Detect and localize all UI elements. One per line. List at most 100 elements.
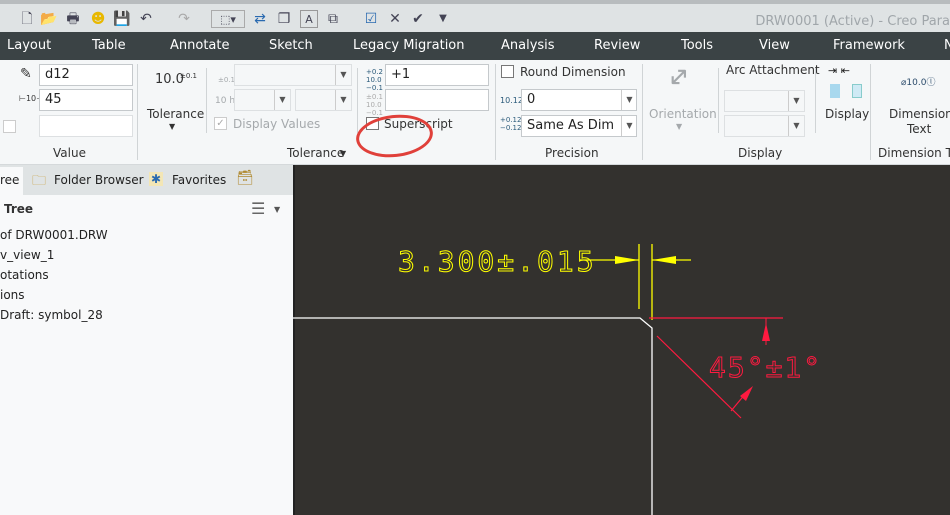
model-tree-panel: Tree ☰ ▼ of DRW0001.DRW v_view_1 otation… [0, 165, 293, 515]
undo-icon[interactable]: ↶ [137, 10, 155, 28]
dimension-text-button[interactable]: Dimension [889, 107, 950, 121]
chevron-down-icon: ▼ [788, 91, 804, 111]
dimension-text-button-line2[interactable]: Text [907, 122, 931, 136]
tree-settings-icon[interactable]: ☰ [251, 199, 265, 218]
menu-bar: Layout Table Annotate Sketch Legacy Migr… [0, 32, 950, 60]
arc-attachment-select-2[interactable]: ▼ [724, 115, 805, 137]
chevron-down-icon[interactable]: ▼ [621, 116, 637, 136]
tolerance-table-select[interactable]: ▼ [234, 64, 352, 86]
smiley-icon[interactable]: ☻ [89, 10, 107, 28]
arc-attachment-select-1[interactable]: ▼ [724, 90, 805, 112]
arrowhead-left [652, 256, 676, 264]
display-icon: ⇥ ⇤ [828, 64, 864, 98]
orientation-button[interactable]: Orientation [649, 107, 717, 121]
tab-annotate[interactable]: Annotate [170, 38, 229, 53]
hole-fit-select[interactable]: ▼ [234, 89, 291, 111]
ribbon: ✎ d12 ⊢10⊣ 45 Value 10.0 ±0.1 Tolerance … [0, 59, 950, 165]
navigator-tabs: ree 🗀 Folder Browser ✱ Favorites 🗃 [0, 165, 293, 195]
tree-item[interactable]: v_view_1 [0, 248, 54, 262]
tab-label: ree [0, 173, 20, 187]
lower-tolerance-icon: ±0.1 10.0 −0.1 [366, 93, 383, 117]
redo-icon[interactable]: ↷ [175, 10, 193, 28]
decimal-places-select[interactable]: 0 [521, 89, 637, 111]
tolerance-sample-tol: ±0.1 [180, 72, 197, 80]
search-binoculars-icon[interactable]: 🗃 [236, 170, 254, 186]
divider [870, 64, 871, 160]
chevron-down-icon: ▼ [676, 122, 683, 131]
open-icon[interactable]: 📂 [40, 10, 58, 28]
tab-view[interactable]: View [759, 38, 790, 53]
tab-analysis[interactable]: Analysis [501, 38, 555, 53]
dimension-text-sample: ⌀10.0ⓛ [901, 78, 936, 88]
tree-item[interactable]: otations [0, 268, 49, 282]
tab-sketch[interactable]: Sketch [269, 38, 313, 53]
linear-dimension-text: 3.300±.015 [398, 245, 597, 278]
tab-review[interactable]: Review [594, 38, 640, 53]
tolerance-decimal-icon: +0.123 −0.123 [500, 116, 526, 132]
regenerate-icon[interactable]: ⇄ [251, 10, 269, 28]
display-values-checkbox[interactable]: ✓ [214, 117, 227, 130]
upper-tolerance-icon: +0.2 10.0 −0.1 [366, 68, 383, 92]
divider [495, 64, 496, 160]
tolerance-group-label[interactable]: Tolerance [287, 146, 344, 160]
chevron-down-icon: ▼ [274, 90, 290, 110]
part-edge [293, 317, 653, 515]
windows-icon[interactable]: ⧉ [324, 10, 342, 28]
new-icon[interactable]: 🗋 [18, 10, 36, 28]
chevron-down-icon: ▼ [335, 65, 351, 85]
tab-folder-browser[interactable]: Folder Browser [54, 173, 144, 187]
tree-item[interactable]: of DRW0001.DRW [0, 228, 108, 242]
tab-layout[interactable]: Layout [7, 38, 51, 53]
print-icon[interactable]: 🖶 [64, 10, 82, 28]
dimension-name-input[interactable]: d12 [39, 64, 133, 86]
chevron-down-icon[interactable]: ▼ [621, 90, 637, 110]
text-icon[interactable]: A [300, 10, 318, 28]
customize-icon[interactable]: ▼ [434, 10, 452, 28]
confirm-icon[interactable]: ✔ [409, 10, 427, 28]
tolerance-table-icon: ±0.1 [218, 76, 235, 84]
check-icon[interactable]: ☑ [362, 10, 380, 28]
window-icon[interactable]: ❐ [275, 10, 293, 28]
tab-model-tree[interactable]: ree [0, 167, 23, 195]
upper-tolerance-input[interactable]: +1 [385, 64, 489, 86]
display-button[interactable]: Display [825, 107, 869, 121]
chevron-down-icon: ▼ [169, 122, 176, 131]
angular-dimension-text: 45°±1° [709, 351, 822, 384]
divider [137, 64, 138, 160]
shaft-fit-select[interactable]: ▼ [295, 89, 352, 111]
round-dimension-checkbox[interactable] [501, 65, 514, 78]
chevron-down-icon: ▼ [788, 116, 804, 136]
tolerance-button[interactable]: Tolerance [147, 107, 204, 121]
folder-icon: 🗀 [32, 173, 46, 189]
tab-table[interactable]: Table [92, 38, 126, 53]
divider [642, 64, 643, 160]
tree-item[interactable]: Draft: symbol_28 [0, 308, 103, 322]
drawing-canvas[interactable]: 3.300±.015 45°±1° [293, 165, 950, 515]
select-box-icon[interactable]: ⬚▾ [211, 10, 245, 28]
display-values-label: Display Values [233, 117, 321, 131]
save-icon[interactable]: 💾 [113, 10, 131, 28]
override-checkbox[interactable] [3, 120, 16, 133]
tree-item[interactable]: ions [0, 288, 25, 302]
tab-tools[interactable]: Tools [681, 38, 713, 53]
chevron-down-icon[interactable]: ▼ [340, 149, 346, 158]
arc-attachment-label: Arc Attachment [726, 63, 820, 77]
tab-framework[interactable]: Framework [833, 38, 905, 53]
tree-header: Tree [4, 202, 34, 216]
tab-more[interactable]: N [944, 38, 950, 53]
dimension-value-input[interactable]: 45 [39, 89, 133, 111]
tolerance-decimals-select[interactable]: Same As Dim [521, 115, 637, 137]
override-value-input[interactable] [39, 115, 133, 137]
precision-group-label: Precision [545, 146, 599, 160]
tab-favorites[interactable]: Favorites [172, 173, 226, 187]
close-icon[interactable]: ✕ [386, 10, 404, 28]
tab-legacy-migration[interactable]: Legacy Migration [353, 38, 465, 53]
value-group-label: Value [53, 146, 86, 160]
chevron-down-icon[interactable]: ▼ [274, 205, 280, 214]
divider [357, 68, 358, 133]
display-group-label: Display [738, 146, 783, 160]
lower-tolerance-input[interactable] [385, 89, 489, 111]
edit-name-icon: ✎ [20, 66, 32, 82]
angle-leader-slant [730, 392, 747, 412]
quick-access-toolbar: 🗋 📂 🖶 ☻ 💾 ↶ ↷ ⬚▾ ⇄ ❐ A ⧉ ☑ ✕ ✔ ▼ DRW0001… [0, 4, 950, 32]
